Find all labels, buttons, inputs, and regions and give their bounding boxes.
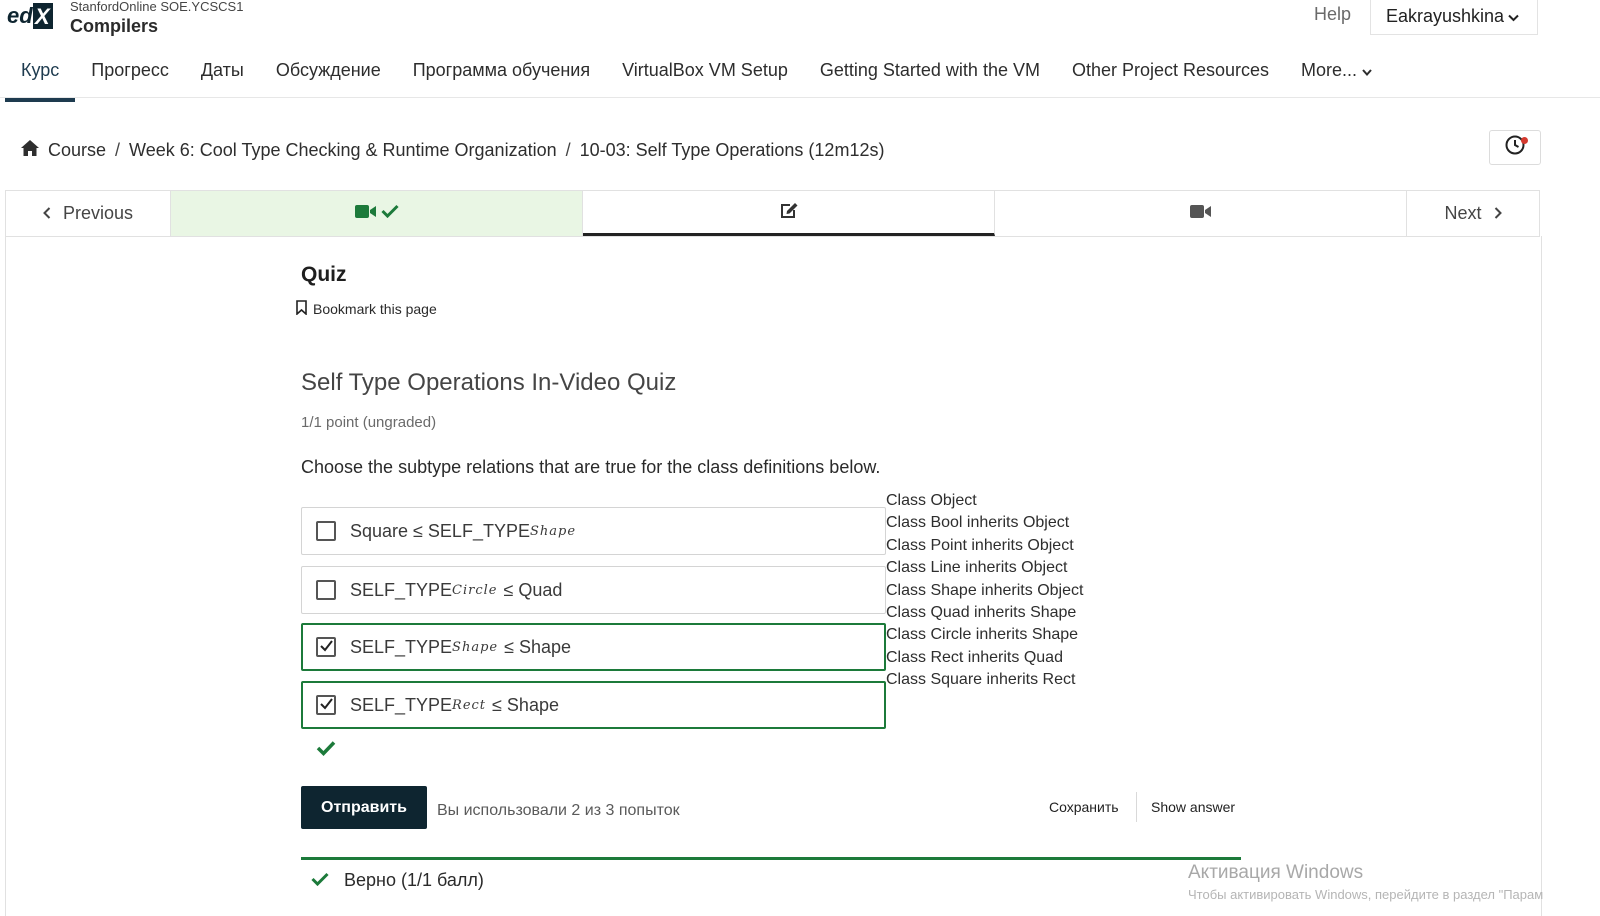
choice-checkbox[interactable] (316, 580, 336, 600)
problem-title: Self Type Operations In-Video Quiz (301, 369, 677, 396)
choice-subscript: Rect (452, 697, 487, 713)
class-definitions: Class Object Class Bool inherits Object … (886, 490, 1083, 692)
breadcrumb-week[interactable]: Week 6: Cool Type Checking & Runtime Org… (129, 140, 557, 161)
class-definition-line: Class Line inherits Object (886, 559, 1068, 577)
tab-project-resources[interactable]: Other Project Resources (1056, 52, 1285, 98)
choice-text: SELF_TYPE (350, 694, 453, 715)
class-definition-line: Class Object (886, 492, 977, 509)
home-icon[interactable] (20, 139, 40, 162)
unit-tab-video[interactable] (995, 191, 1407, 236)
unit-heading: Quiz (301, 263, 347, 286)
save-button[interactable]: Сохранить (1049, 799, 1119, 815)
check-icon (311, 870, 344, 891)
notification-dot (1521, 137, 1528, 144)
sequence-nav: Previous Next (5, 190, 1540, 237)
bookmark-label: Bookmark this page (313, 301, 437, 317)
action-divider (1136, 792, 1137, 822)
chevron-down-icon (1362, 60, 1372, 80)
breadcrumb-unit[interactable]: 10-03: Self Type Operations (12m12s) (580, 140, 885, 161)
result-text: Верно (1/1 балл) (344, 870, 484, 890)
choice-subscript: Circle (452, 582, 498, 598)
course-org: StanfordOnline SOE.YCSCS1 (70, 0, 244, 14)
tab-more[interactable]: More... (1285, 52, 1388, 98)
bookmark-icon (296, 300, 313, 318)
class-definition-line: Class Point inherits Object (886, 536, 1074, 554)
choice-text: Square ≤ SELF_TYPE (350, 520, 530, 541)
unit-tab-video-complete[interactable] (171, 191, 583, 236)
tab-more-label: More... (1301, 60, 1358, 80)
svg-text:ed: ed (7, 3, 33, 28)
course-tabs: Курс Прогресс Даты Обсуждение Программа … (5, 52, 1388, 102)
tab-syllabus[interactable]: Программа обучения (397, 52, 606, 98)
dates-clock-button[interactable] (1489, 130, 1541, 165)
edx-logo[interactable]: ed X (6, 2, 53, 30)
edit-icon (778, 200, 800, 225)
tab-virtualbox-setup[interactable]: VirtualBox VM Setup (606, 52, 804, 98)
next-label: Next (1444, 203, 1482, 223)
choice-text: SELF_TYPE (350, 579, 453, 600)
attempts-text: Вы использовали 2 из 3 попыток (437, 802, 680, 819)
breadcrumb-separator: / (565, 140, 571, 160)
choice-option-3[interactable]: SELF_TYPE Shape ≤ Shape (301, 623, 886, 671)
tabs-divider (0, 97, 1600, 98)
video-icon (1189, 204, 1212, 224)
svg-text:X: X (33, 4, 51, 29)
class-definition-line: Class Bool inherits Object (886, 514, 1070, 532)
course-title: Compilers (70, 16, 159, 36)
unit-tab-problem[interactable] (583, 191, 995, 236)
class-definition-line: Class Rect inherits Quad (886, 648, 1063, 666)
submit-button[interactable]: Отправить (301, 786, 427, 829)
user-menu-button[interactable]: Eakrayushkina (1370, 0, 1538, 35)
chevron-down-icon (1508, 6, 1519, 27)
bookmark-link[interactable]: Bookmark this page (296, 300, 437, 318)
choice-text-after: ≤ Shape (492, 694, 559, 715)
choice-option-1[interactable]: Square ≤ SELF_TYPE Shape (301, 507, 886, 555)
choice-text-after: ≤ Quad (503, 579, 563, 600)
breadcrumb: Course / Week 6: Cool Type Checking & Ru… (20, 139, 884, 162)
chevron-right-icon (1482, 203, 1502, 224)
choice-checkbox-checked[interactable] (316, 637, 336, 657)
class-definition-line: Class Square inherits Rect (886, 671, 1076, 689)
video-icon (354, 204, 377, 224)
help-link[interactable]: Help (1314, 4, 1351, 25)
choice-checkbox[interactable] (316, 521, 336, 541)
choice-option-4[interactable]: SELF_TYPE Rect ≤ Shape (301, 681, 886, 729)
class-definition-line: Class Circle inherits Shape (886, 626, 1079, 644)
notification-rule (301, 857, 1241, 860)
choice-subscript: Shape (452, 639, 499, 655)
class-definition-line: Class Quad inherits Shape (886, 604, 1077, 622)
next-button[interactable]: Next (1407, 191, 1539, 236)
choice-checkbox-checked[interactable] (316, 695, 336, 715)
choice-text: SELF_TYPE (350, 636, 453, 657)
tab-progress[interactable]: Прогресс (75, 52, 185, 98)
show-answer-button[interactable]: Show answer (1151, 799, 1235, 815)
choice-text-after: ≤ Shape (504, 636, 572, 657)
result-notification: Верно (1/1 балл) (311, 870, 484, 891)
username: Eakrayushkina (1386, 6, 1505, 26)
chevron-left-icon (43, 203, 63, 224)
problem-question: Choose the subtype relations that are tr… (301, 457, 881, 477)
choice-subscript: Shape (529, 523, 577, 539)
choice-option-2[interactable]: SELF_TYPE Circle ≤ Quad (301, 566, 886, 614)
check-icon (380, 204, 399, 223)
tab-course[interactable]: Курс (5, 52, 76, 102)
previous-button[interactable]: Previous (6, 191, 171, 236)
tab-dates[interactable]: Даты (185, 52, 260, 98)
tab-discussion[interactable]: Обсуждение (260, 52, 397, 98)
class-definition-line: Class Shape inherits Object (886, 581, 1084, 599)
breadcrumb-separator: / (115, 140, 121, 160)
breadcrumb-course[interactable]: Course (48, 140, 106, 161)
previous-label: Previous (62, 203, 134, 223)
windows-activation-watermark: Активация Windows (1188, 862, 1364, 883)
correct-check-icon (316, 740, 336, 761)
tab-getting-started-vm[interactable]: Getting Started with the VM (804, 52, 1056, 98)
problem-points: 1/1 point (ungraded) (301, 414, 437, 431)
